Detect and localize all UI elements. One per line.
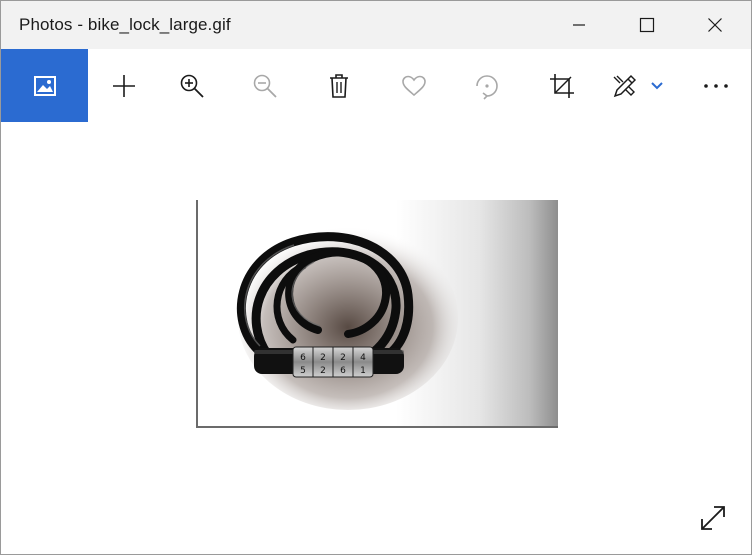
close-button[interactable] [681, 1, 749, 49]
toolbar [1, 49, 751, 122]
dial-digit: 4 [360, 353, 366, 363]
see-more-button[interactable] [681, 49, 751, 122]
maximize-button[interactable] [613, 1, 681, 49]
image-viewer[interactable]: 6 2 2 4 5 2 6 1 [1, 122, 751, 554]
photos-window: Photos - bike_lock_large.gif 6 2 2 4 5 2… [0, 0, 752, 555]
dial-digit: 5 [300, 366, 306, 376]
close-icon [708, 18, 722, 32]
zoom-in-button[interactable] [157, 49, 227, 122]
zoom-out-icon [253, 74, 277, 98]
chevron-down-icon [651, 81, 663, 89]
delete-button[interactable] [304, 49, 374, 122]
rotate-button[interactable] [452, 49, 522, 122]
dial-digit: 6 [340, 366, 346, 376]
dial-digit: 2 [320, 366, 326, 376]
rotate-icon [476, 74, 498, 100]
heart-icon [402, 75, 426, 96]
bike-lock-graphic: 6 2 2 4 5 2 6 1 [236, 226, 458, 410]
plus-icon [113, 74, 135, 97]
crop-button[interactable] [527, 49, 597, 122]
title-bar[interactable]: Photos - bike_lock_large.gif [1, 1, 751, 49]
dial-digit: 6 [300, 353, 306, 363]
photo-icon [33, 75, 56, 96]
crop-icon [550, 73, 574, 98]
add-button[interactable] [89, 49, 159, 122]
zoom-in-icon [180, 74, 204, 98]
expand-icon [701, 506, 725, 530]
edit-draw-icon [613, 74, 637, 97]
dial-digit: 1 [360, 366, 366, 376]
window-title: Photos - bike_lock_large.gif [19, 15, 231, 34]
maximize-icon [639, 17, 655, 33]
minimize-button[interactable] [545, 1, 613, 49]
collection-button[interactable] [1, 49, 88, 122]
zoom-out-button[interactable] [230, 49, 300, 122]
full-screen-button[interactable] [691, 496, 735, 540]
minimize-icon [573, 24, 585, 26]
dial-digit: 2 [340, 353, 346, 363]
favorite-button[interactable] [379, 49, 449, 122]
trash-icon [330, 73, 348, 98]
edit-dropdown-button[interactable] [641, 49, 673, 122]
bike-lock-image: 6 2 2 4 5 2 6 1 [196, 200, 558, 428]
dial-digit: 2 [320, 353, 326, 363]
more-icon [704, 83, 728, 88]
